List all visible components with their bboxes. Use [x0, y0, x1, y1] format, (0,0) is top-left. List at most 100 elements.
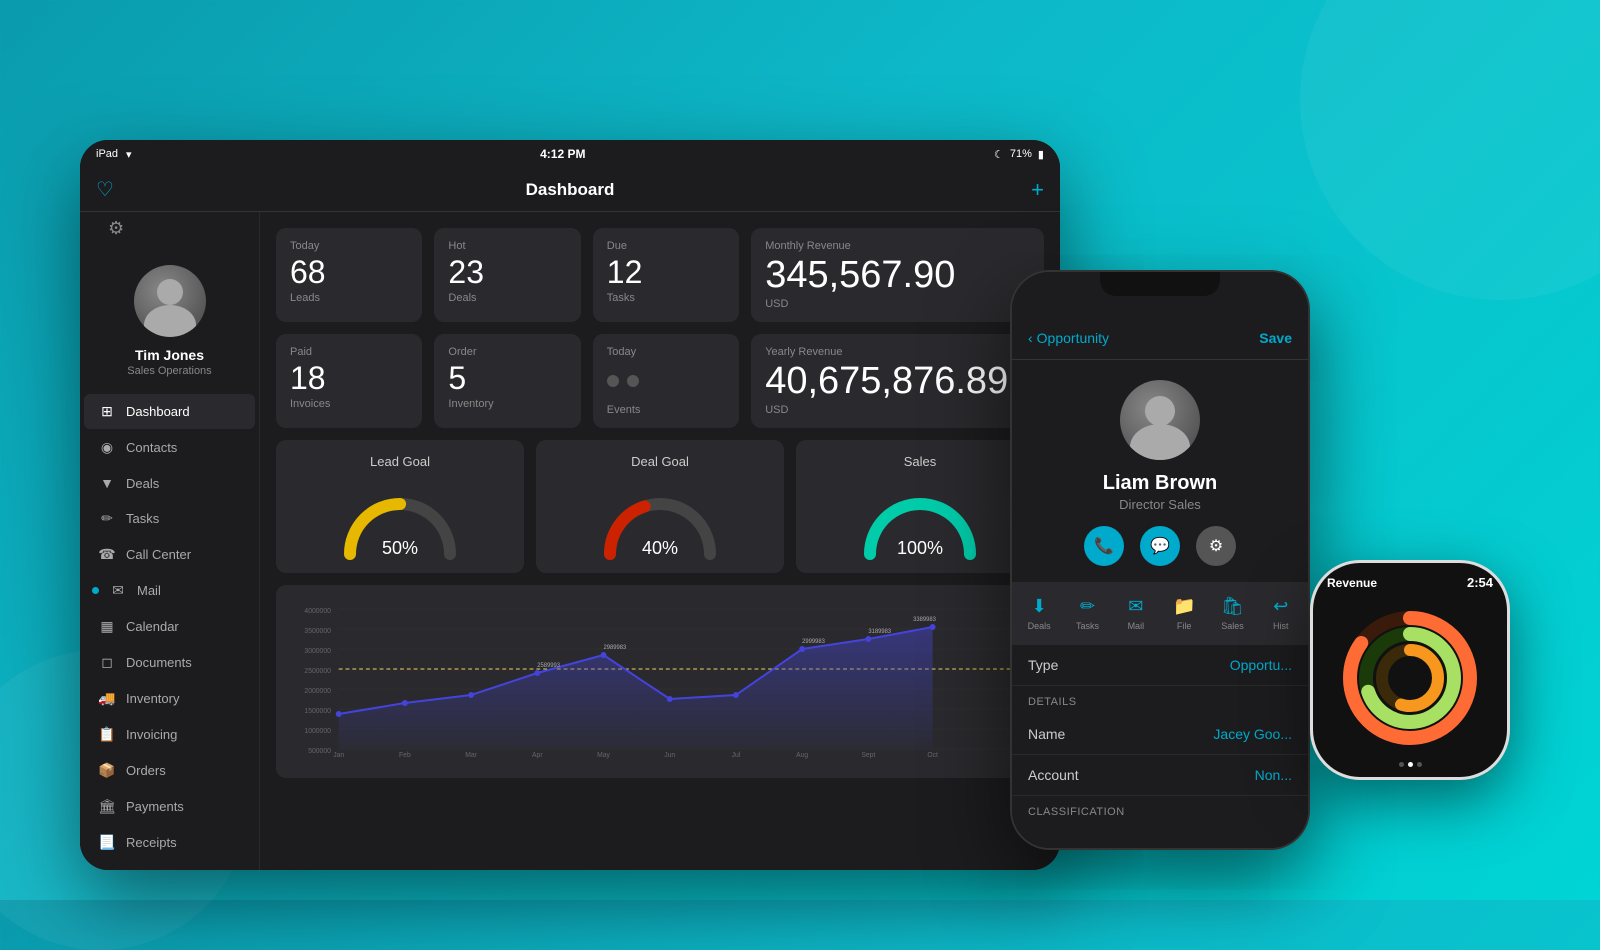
type-field-row[interactable]: Type Opportu...: [1012, 645, 1308, 686]
tab-mail[interactable]: ✉ Mail: [1113, 590, 1159, 637]
sidebar-label-callcenter: Call Center: [126, 547, 191, 562]
tab-tasks[interactable]: ✏ Tasks: [1064, 590, 1110, 637]
svg-text:2999983: 2999983: [802, 639, 825, 645]
name-field-row[interactable]: Name Jacey Goo...: [1012, 714, 1308, 755]
sidebar-item-documents[interactable]: ◻ Documents: [84, 645, 255, 680]
sidebar-item-orders[interactable]: 📦 Orders: [84, 753, 255, 788]
chat-button[interactable]: 💬: [1140, 526, 1180, 566]
gauges-row: Lead Goal 50% Deal Goal: [276, 440, 1044, 573]
back-button[interactable]: ‹ Opportunity: [1028, 330, 1109, 346]
svg-text:1000000: 1000000: [304, 728, 331, 735]
heart-rate-icon: ♡: [96, 177, 114, 202]
gauge-sales-value: 100%: [897, 538, 943, 559]
sidebar-item-invoicing[interactable]: 📋 Invoicing: [84, 717, 255, 752]
call-button[interactable]: 📞: [1084, 526, 1124, 566]
tab-deals[interactable]: ⬇ Deals: [1016, 590, 1062, 637]
sidebar-label-contacts: Contacts: [126, 440, 177, 455]
tasks-tab-label: Tasks: [1076, 621, 1099, 631]
settings-gear-icon: ⚙: [1209, 536, 1223, 556]
sidebar-item-contacts[interactable]: ◉ Contacts: [84, 430, 255, 465]
ipad-status-bar: iPad ▾ 4:12 PM ☾ 71% ▮: [80, 140, 1060, 168]
sidebar-label-tasks: Tasks: [126, 511, 159, 526]
contacts-icon: ◉: [98, 439, 116, 456]
account-field-value: Non...: [1255, 767, 1292, 783]
yearly-revenue-sublabel: USD: [765, 404, 1030, 416]
monthly-revenue-value: 345,567.90: [765, 256, 1030, 294]
sidebar-item-receipts[interactable]: 📃 Receipts: [84, 825, 255, 860]
sidebar-item-mail[interactable]: ✉ Mail: [84, 573, 255, 608]
monthly-revenue-sublabel: USD: [765, 298, 1030, 310]
svg-text:Feb: Feb: [399, 752, 411, 759]
svg-text:2989983: 2989983: [604, 645, 627, 651]
gauge-lead-value: 50%: [382, 538, 418, 559]
ipad-navbar: ♡ Dashboard +: [80, 168, 1060, 212]
tab-sales[interactable]: 🛍 Sales: [1209, 590, 1255, 637]
stat-leads-sublabel: Leads: [290, 292, 408, 304]
sidebar-item-dashboard[interactable]: ⊞ Dashboard: [84, 394, 255, 429]
stat-leads: Today 68 Leads: [276, 228, 422, 322]
dashboard-title: Dashboard: [526, 180, 615, 200]
deals-icon: ▼: [98, 475, 116, 491]
add-button[interactable]: +: [1031, 177, 1044, 203]
svg-text:Jan: Jan: [333, 752, 344, 759]
svg-text:2000000: 2000000: [304, 688, 331, 695]
moon-icon: ☾: [994, 148, 1004, 161]
sidebar-item-inventory[interactable]: 🚚 Inventory: [84, 681, 255, 716]
file-tab-label: File: [1177, 621, 1192, 631]
sidebar-label-mail: Mail: [137, 583, 161, 598]
stat-events-sublabel: Events: [607, 404, 725, 416]
documents-icon: ◻: [98, 654, 116, 671]
sidebar-item-callcenter[interactable]: ☎ Call Center: [84, 537, 255, 572]
watch-title: Revenue: [1327, 576, 1377, 590]
sidebar-label-deals: Deals: [126, 476, 159, 491]
gauge-deal-container: 40%: [600, 479, 720, 559]
avatar: [134, 265, 206, 337]
sidebar-item-deals[interactable]: ▼ Deals: [84, 466, 255, 500]
contact-settings-button[interactable]: ⚙: [1196, 526, 1236, 566]
tab-hist[interactable]: ↩ Hist: [1258, 590, 1304, 637]
yearly-revenue-label: Yearly Revenue: [765, 346, 1030, 358]
ipad-time: 4:12 PM: [540, 147, 585, 161]
stat-paid-label: Paid: [290, 346, 408, 358]
svg-text:4000000: 4000000: [304, 608, 331, 615]
svg-text:3500000: 3500000: [304, 628, 331, 635]
dashboard-main: Today 68 Leads Hot 23 Deals Due 12 Tasks: [260, 212, 1060, 870]
inventory-icon: 🚚: [98, 690, 116, 707]
stat-today-label: Today: [290, 240, 408, 252]
svg-text:500000: 500000: [308, 748, 331, 755]
account-field-row[interactable]: Account Non...: [1012, 755, 1308, 796]
payments-icon: 🏛: [98, 798, 116, 815]
svg-text:3189983: 3189983: [868, 629, 891, 635]
svg-text:2500000: 2500000: [304, 668, 331, 675]
account-field-label: Account: [1028, 767, 1079, 783]
stat-invoices-value: 18: [290, 362, 408, 394]
orders-icon: 📦: [98, 762, 116, 779]
svg-text:3389983: 3389983: [913, 617, 936, 623]
name-field-value: Jacey Goo...: [1213, 726, 1292, 742]
save-button[interactable]: Save: [1259, 330, 1292, 346]
iphone-content: Liam Brown Director Sales 📞 💬 ⚙: [1012, 360, 1308, 848]
sales-tab-label: Sales: [1221, 621, 1244, 631]
tasks-tab-icon: ✏: [1080, 596, 1095, 617]
phone-icon: 📞: [1094, 536, 1114, 556]
sidebar-label-inventory: Inventory: [126, 691, 179, 706]
iphone-frame: ‹ Opportunity Save Liam Brown Director S…: [1010, 270, 1310, 850]
details-section-title: DETAILS: [1028, 696, 1292, 708]
sidebar-item-calendar[interactable]: ▦ Calendar: [84, 609, 255, 644]
watch-screen: Revenue 2:54: [1313, 563, 1507, 777]
svg-text:May: May: [597, 752, 610, 759]
sidebar-item-tasks[interactable]: ✏ Tasks: [84, 501, 255, 536]
sidebar-item-payments[interactable]: 🏛 Payments: [84, 789, 255, 824]
gauge-sales-title: Sales: [904, 454, 937, 469]
battery-label: 71%: [1010, 148, 1032, 160]
settings-icon[interactable]: ⚙: [94, 214, 138, 242]
gauge-lead-title: Lead Goal: [370, 454, 430, 469]
hist-tab-label: Hist: [1273, 621, 1289, 631]
sidebar-label-receipts: Receipts: [126, 835, 177, 850]
tab-file[interactable]: 📁 File: [1161, 590, 1207, 637]
monthly-revenue-label: Monthly Revenue: [765, 240, 1030, 252]
sales-tab-icon: 🛍: [1221, 596, 1244, 617]
mail-icon: ✉: [109, 582, 127, 599]
svg-text:Aug: Aug: [796, 752, 808, 759]
details-section-header: DETAILS: [1012, 686, 1308, 714]
